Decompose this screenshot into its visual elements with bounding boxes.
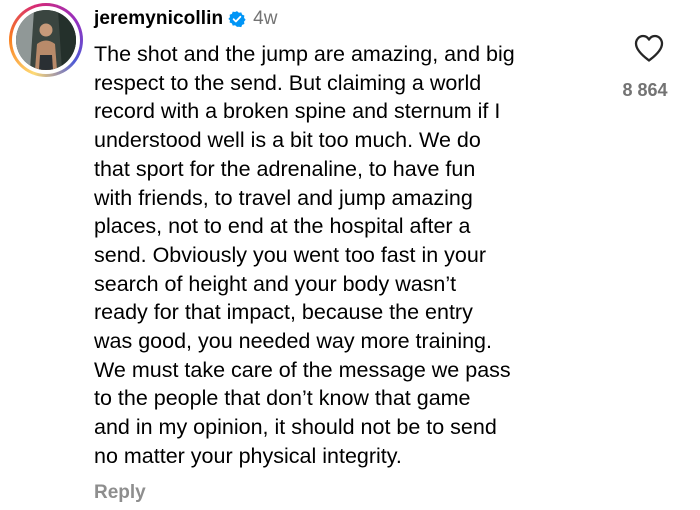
like-count: 8 864 xyxy=(622,80,668,100)
reply-button[interactable]: Reply xyxy=(94,482,146,504)
avatar-story-ring[interactable] xyxy=(9,3,83,77)
avatar-photo xyxy=(16,10,76,70)
verified-badge-icon xyxy=(228,11,246,28)
comment-timestamp: 4w xyxy=(253,8,278,29)
username[interactable]: jeremynicollin xyxy=(94,8,223,30)
avatar[interactable] xyxy=(16,10,76,70)
comment-text: The shot and the jump are amazing, and b… xyxy=(94,42,515,468)
comment-header: jeremynicollin 4w xyxy=(94,5,277,33)
heart-outline-icon[interactable] xyxy=(633,33,665,63)
